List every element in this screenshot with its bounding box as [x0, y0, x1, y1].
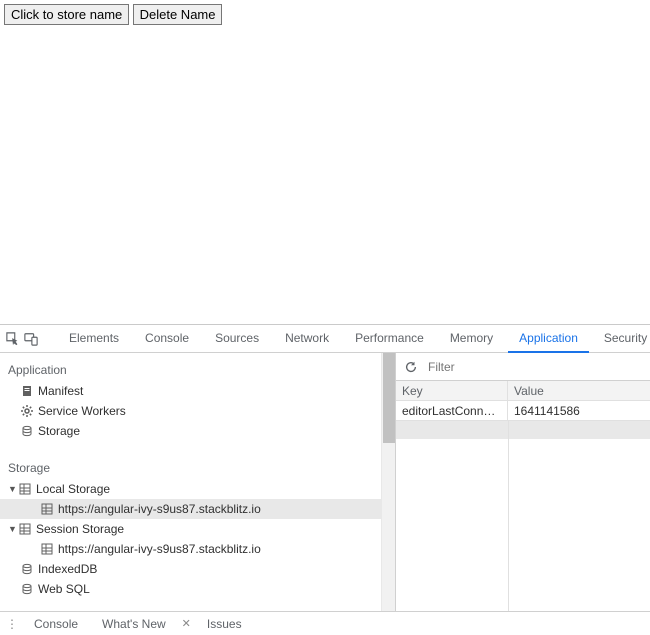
- inspect-icon[interactable]: [6, 331, 20, 347]
- label: IndexedDB: [38, 562, 97, 576]
- tab-memory[interactable]: Memory: [439, 325, 504, 353]
- close-icon[interactable]: ✕: [182, 617, 191, 630]
- kv-cell-value[interactable]: 1641141586: [508, 401, 650, 420]
- column-divider[interactable]: [508, 421, 509, 611]
- label: Storage: [38, 424, 80, 438]
- scrollbar-thumb[interactable]: [383, 353, 395, 443]
- devtools-drawer: ⋮ Console What's New ✕ Issues: [0, 611, 650, 635]
- delete-name-button[interactable]: Delete Name: [133, 4, 223, 25]
- device-toggle-icon[interactable]: [24, 331, 38, 347]
- db-icon: [20, 562, 34, 576]
- application-tree: Manifest Service Workers Storage: [0, 381, 381, 441]
- application-sidebar: Application Manifest Service Workers: [0, 353, 381, 611]
- label: Local Storage: [36, 482, 110, 496]
- drawer-tab-console[interactable]: Console: [26, 612, 86, 635]
- db-icon: [20, 424, 34, 438]
- sidebar-item-manifest[interactable]: Manifest: [0, 381, 381, 401]
- tree-item-local-storage[interactable]: ▼ Local Storage: [0, 479, 381, 499]
- tab-performance[interactable]: Performance: [344, 325, 435, 353]
- manifest-icon: [20, 384, 34, 398]
- label: Manifest: [38, 384, 83, 398]
- storage-icon: [40, 502, 54, 516]
- kv-header: Key Value: [396, 381, 650, 401]
- sidebar-item-service-workers[interactable]: Service Workers: [0, 401, 381, 421]
- tree-item-local-storage-origin[interactable]: https://angular-ivy-s9us87.stackblitz.io: [0, 499, 381, 519]
- kv-grid[interactable]: [396, 421, 650, 611]
- label: Session Storage: [36, 522, 124, 536]
- store-name-button[interactable]: Click to store name: [4, 4, 129, 25]
- db-icon: [20, 582, 34, 596]
- tab-network[interactable]: Network: [274, 325, 340, 353]
- devtools-tabstrip: Elements Console Sources Network Perform…: [0, 325, 650, 353]
- sidebar-scrollbar[interactable]: [381, 353, 395, 611]
- kv-row-empty-selected[interactable]: [396, 421, 650, 439]
- storage-icon: [40, 542, 54, 556]
- tab-sources[interactable]: Sources: [204, 325, 270, 353]
- sidebar-item-storage[interactable]: Storage: [0, 421, 381, 441]
- storage-viewer: Key Value editorLastConnec... 1641141586: [395, 353, 650, 611]
- kv-row[interactable]: editorLastConnec... 1641141586: [396, 401, 650, 421]
- storage-tree: ▼ Local Storage https://angular-ivy-s9us…: [0, 479, 381, 599]
- tree-item-indexeddb[interactable]: IndexedDB: [0, 559, 381, 579]
- drawer-tab-issues[interactable]: Issues: [199, 612, 250, 635]
- tree-item-session-storage-origin[interactable]: https://angular-ivy-s9us87.stackblitz.io: [0, 539, 381, 559]
- drawer-drag-icon[interactable]: ⋮: [6, 617, 18, 631]
- tab-console[interactable]: Console: [134, 325, 200, 353]
- tree-item-websql[interactable]: Web SQL: [0, 579, 381, 599]
- label: Service Workers: [38, 404, 126, 418]
- storage-icon: [18, 482, 32, 496]
- sidebar-wrap: Application Manifest Service Workers: [0, 353, 395, 611]
- reload-icon[interactable]: [400, 360, 422, 374]
- label: https://angular-ivy-s9us87.stackblitz.io: [58, 542, 261, 556]
- section-title-storage: Storage: [0, 455, 381, 479]
- chevron-down-icon[interactable]: ▼: [8, 484, 18, 494]
- kv-header-value[interactable]: Value: [508, 381, 650, 400]
- storage-toolbar: [396, 353, 650, 381]
- devtools-body: Application Manifest Service Workers: [0, 353, 650, 611]
- filter-input[interactable]: [422, 356, 646, 378]
- section-title-application: Application: [0, 357, 381, 381]
- drawer-tab-whatsnew[interactable]: What's New: [94, 612, 174, 635]
- kv-cell-key[interactable]: editorLastConnec...: [396, 401, 508, 420]
- kv-header-key[interactable]: Key: [396, 381, 508, 400]
- tab-security[interactable]: Security: [593, 325, 650, 353]
- chevron-down-icon[interactable]: ▼: [8, 524, 18, 534]
- devtools-panel: Elements Console Sources Network Perform…: [0, 324, 650, 635]
- tab-elements[interactable]: Elements: [58, 325, 130, 353]
- gear-icon: [20, 404, 34, 418]
- label: Web SQL: [38, 582, 90, 596]
- storage-icon: [18, 522, 32, 536]
- tree-item-session-storage[interactable]: ▼ Session Storage: [0, 519, 381, 539]
- tab-application[interactable]: Application: [508, 325, 589, 353]
- app-page: Click to store name Delete Name: [0, 0, 650, 324]
- label: https://angular-ivy-s9us87.stackblitz.io: [58, 502, 261, 516]
